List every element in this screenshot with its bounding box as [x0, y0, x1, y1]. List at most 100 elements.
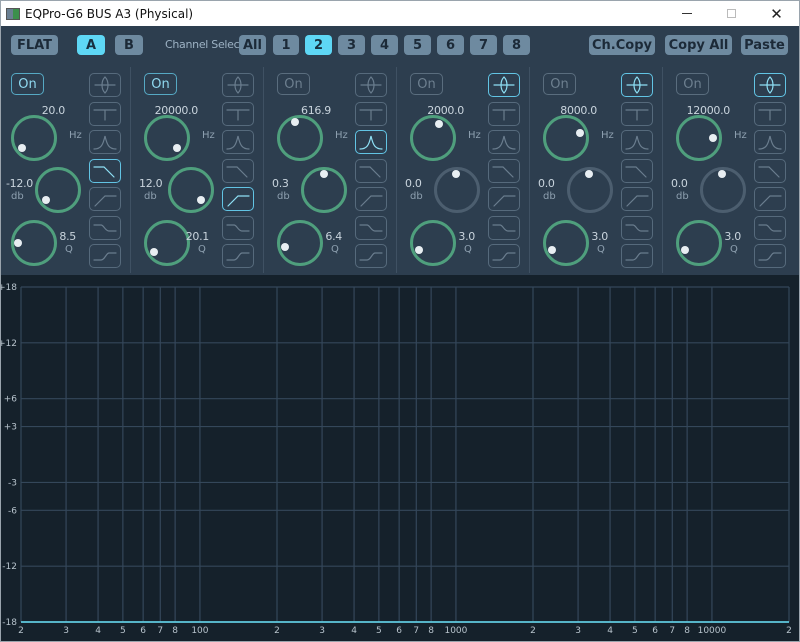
gain-knob[interactable] [700, 167, 746, 213]
channel-button-8[interactable]: 8 [503, 35, 530, 55]
band-on-toggle[interactable]: On [11, 73, 44, 95]
channel-button-2[interactable]: 2 [305, 35, 332, 55]
filter-type-high-pass-button[interactable] [621, 187, 653, 211]
filter-type-peak-button[interactable] [621, 130, 653, 154]
x-tick-label: 2 [530, 626, 536, 636]
filter-type-notch-button[interactable] [621, 101, 653, 126]
paste-button[interactable]: Paste [741, 35, 788, 55]
channel-button-1[interactable]: 1 [273, 35, 299, 55]
filter-type-notch-button[interactable] [222, 101, 254, 126]
filter-type-bypass-button[interactable] [488, 73, 520, 97]
channel-button-7[interactable]: 7 [470, 35, 497, 55]
notch-filter-icon [93, 108, 117, 121]
close-button[interactable]: ✕ [754, 1, 799, 26]
maximize-button[interactable] [709, 1, 754, 26]
x-tick-label: 1000 [444, 626, 467, 636]
q-knob[interactable] [410, 220, 456, 266]
band-on-toggle[interactable]: On [277, 73, 310, 95]
frequency-response-graph[interactable]: 2 3 4 5 6 7 8 100 2 3 4 5 6 7 8 1000 2 3 4 5 6 7 8 10000 2 +18 +12… [1, 275, 799, 641]
gain-knob[interactable] [168, 167, 214, 213]
filter-type-notch-button[interactable] [89, 101, 121, 126]
knob-indicator [434, 119, 443, 128]
filter-type-low-shelf-button[interactable] [488, 215, 520, 240]
filter-type-low-pass-button[interactable] [621, 158, 653, 183]
filter-type-low-shelf-button[interactable] [621, 215, 653, 240]
filter-type-high-shelf-button[interactable] [355, 244, 387, 268]
filter-type-bypass-button[interactable] [222, 73, 254, 97]
filter-type-low-shelf-button[interactable] [754, 215, 786, 240]
filter-type-notch-button[interactable] [355, 101, 387, 126]
filter-type-high-pass-button[interactable] [89, 187, 121, 211]
filter-type-high-shelf-button[interactable] [89, 244, 121, 268]
filter-type-bypass-button[interactable] [621, 73, 653, 97]
channel-button-6[interactable]: 6 [437, 35, 464, 55]
knob-indicator [452, 170, 460, 178]
filter-type-high-shelf-button[interactable] [222, 244, 254, 268]
gain-knob[interactable] [434, 167, 480, 213]
q-knob[interactable] [144, 220, 190, 266]
filter-type-bypass-button[interactable] [89, 73, 121, 97]
y-tick-label: -6 [8, 506, 17, 516]
filter-type-high-pass-button[interactable] [222, 187, 254, 211]
frequency-knob[interactable] [676, 115, 722, 161]
filter-type-low-pass-button[interactable] [222, 158, 254, 183]
ch-copy-button[interactable]: Ch.Copy [589, 35, 655, 55]
q-knob[interactable] [543, 220, 589, 266]
band-on-toggle[interactable]: On [410, 73, 443, 95]
filter-type-peak-button[interactable] [89, 130, 121, 154]
filter-type-low-shelf-button[interactable] [89, 215, 121, 240]
channel-button-5[interactable]: 5 [404, 35, 431, 55]
y-tick-label: +6 [4, 395, 18, 405]
channel-button-4[interactable]: 4 [371, 35, 398, 55]
filter-type-peak-button[interactable] [355, 130, 387, 154]
bypass-filter-icon [360, 76, 382, 94]
filter-type-low-shelf-button[interactable] [355, 215, 387, 240]
gain-knob[interactable] [567, 167, 613, 213]
filter-type-high-pass-button[interactable] [488, 187, 520, 211]
filter-type-notch-button[interactable] [488, 101, 520, 126]
gain-unit: db [11, 191, 24, 202]
low-shelf-filter-icon [226, 223, 250, 232]
frequency-knob[interactable] [277, 115, 323, 161]
copy-all-button[interactable]: Copy All [665, 35, 732, 55]
band-separator [662, 67, 663, 273]
filter-type-low-pass-button[interactable] [488, 158, 520, 183]
x-tick-label: 5 [376, 626, 382, 636]
filter-type-high-shelf-button[interactable] [488, 244, 520, 268]
filter-type-low-pass-button[interactable] [754, 158, 786, 183]
band-on-toggle[interactable]: On [543, 73, 576, 95]
preset-a-button[interactable]: A [77, 35, 105, 55]
gain-knob[interactable] [35, 167, 81, 213]
bypass-filter-icon [94, 76, 116, 94]
frequency-knob[interactable] [11, 115, 57, 161]
filter-type-notch-button[interactable] [754, 101, 786, 126]
q-unit: Q [597, 244, 605, 255]
filter-type-high-pass-button[interactable] [754, 187, 786, 211]
x-tick-label: 3 [575, 626, 581, 636]
channel-button-all[interactable]: All [239, 35, 266, 55]
q-knob[interactable] [676, 220, 722, 266]
filter-type-peak-button[interactable] [222, 130, 254, 154]
filter-type-low-shelf-button[interactable] [222, 215, 254, 240]
filter-type-high-pass-button[interactable] [355, 187, 387, 211]
filter-type-high-shelf-button[interactable] [754, 244, 786, 268]
filter-type-low-pass-button[interactable] [355, 158, 387, 183]
filter-type-peak-button[interactable] [754, 130, 786, 154]
gain-knob[interactable] [301, 167, 347, 213]
filter-type-peak-button[interactable] [488, 130, 520, 154]
preset-b-button[interactable]: B [115, 35, 143, 55]
frequency-knob[interactable] [144, 115, 190, 161]
filter-type-high-shelf-button[interactable] [621, 244, 653, 268]
band-on-toggle[interactable]: On [144, 73, 177, 95]
minimize-button[interactable] [664, 1, 709, 26]
q-knob[interactable] [277, 220, 323, 266]
frequency-knob[interactable] [410, 115, 456, 161]
q-knob[interactable] [11, 220, 57, 266]
channel-button-3[interactable]: 3 [338, 35, 365, 55]
filter-type-low-pass-button[interactable] [89, 158, 121, 183]
band-on-toggle[interactable]: On [676, 73, 709, 95]
frequency-knob[interactable] [543, 115, 589, 161]
filter-type-bypass-button[interactable] [754, 73, 786, 97]
filter-type-bypass-button[interactable] [355, 73, 387, 97]
flat-button[interactable]: FLAT [11, 35, 58, 55]
